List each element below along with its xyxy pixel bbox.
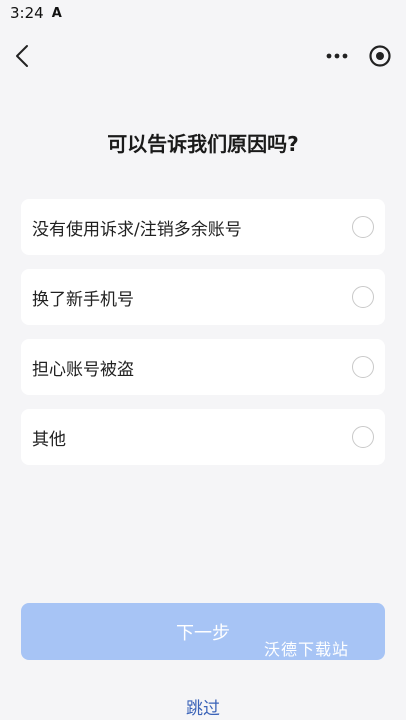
- mini-program-close-button[interactable]: [365, 40, 395, 72]
- skip-link[interactable]: 跳过: [0, 694, 406, 719]
- reason-options-list: 没有使用诉求/注销多余账号 换了新手机号 担心账号被盗 其他: [21, 199, 385, 479]
- more-dots-icon: [326, 53, 348, 59]
- radio-button[interactable]: [352, 286, 374, 308]
- radio-button[interactable]: [352, 426, 374, 448]
- option-no-need[interactable]: 没有使用诉求/注销多余账号: [21, 199, 385, 255]
- option-account-theft[interactable]: 担心账号被盗: [21, 339, 385, 395]
- more-button[interactable]: [322, 42, 352, 70]
- status-bar: 3:24 A: [0, 0, 406, 26]
- option-label: 担心账号被盗: [32, 359, 134, 380]
- option-label: 换了新手机号: [32, 289, 134, 310]
- option-label: 其他: [32, 429, 66, 450]
- target-circle-icon: [369, 45, 391, 67]
- page-title: 可以告诉我们原因吗?: [107, 132, 299, 156]
- option-new-phone[interactable]: 换了新手机号: [21, 269, 385, 325]
- watermark-text: 沃德下载站: [264, 640, 350, 659]
- option-other[interactable]: 其他: [21, 409, 385, 465]
- status-time: 3:24: [10, 4, 44, 22]
- back-button[interactable]: [10, 40, 34, 72]
- chevron-left-icon: [16, 45, 28, 67]
- radio-button[interactable]: [352, 356, 374, 378]
- option-label: 没有使用诉求/注销多余账号: [32, 219, 242, 240]
- radio-button[interactable]: [352, 216, 374, 238]
- nav-bar: [0, 34, 406, 78]
- notification-a-icon: A: [51, 5, 62, 21]
